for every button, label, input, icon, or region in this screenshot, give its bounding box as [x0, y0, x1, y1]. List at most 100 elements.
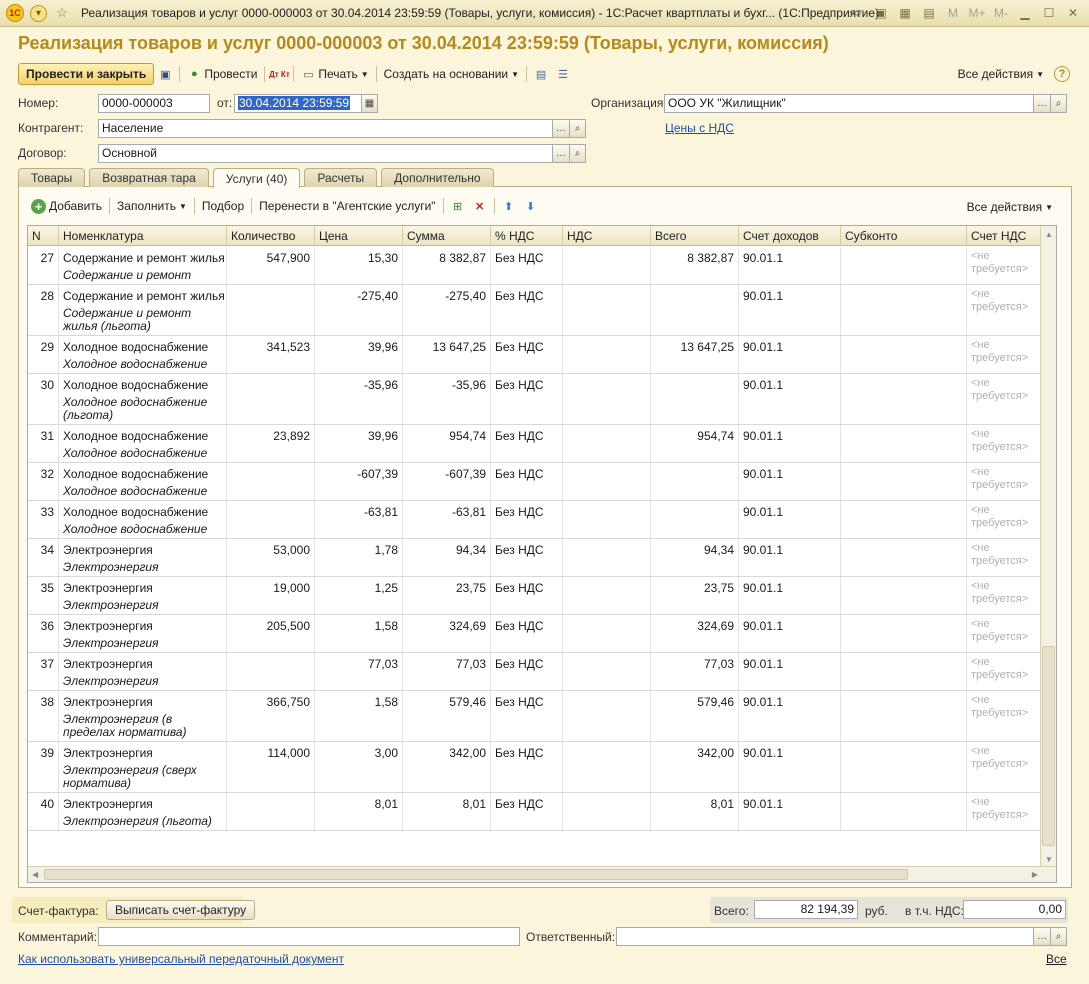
contract-select-button[interactable]: …	[553, 144, 570, 163]
subconto-cell[interactable]	[841, 247, 967, 284]
row-number[interactable]: 39	[28, 742, 59, 792]
price-cell[interactable]: -275,40	[315, 285, 403, 335]
income-account-cell[interactable]: 90.01.1	[739, 285, 841, 335]
vat-account-cell[interactable]: <не требуется>	[967, 374, 1041, 424]
sum-cell[interactable]: -63,81	[403, 501, 491, 538]
responsible-open-button[interactable]: ⌕	[1051, 927, 1067, 946]
issue-invoice-button[interactable]: Выписать счет-фактуру	[106, 900, 256, 920]
table-row[interactable]: 36 Электроэнергия Электроэнергия 205,500 1,5…	[28, 615, 1041, 653]
vat-account-cell[interactable]: <не требуется>	[967, 691, 1041, 741]
column-header-subconto[interactable]: Субконто	[841, 226, 967, 246]
maximize-icon[interactable]: ☐	[1039, 4, 1059, 22]
vat-cell[interactable]	[563, 577, 651, 614]
subconto-cell[interactable]	[841, 691, 967, 741]
all-link[interactable]: Все	[1046, 952, 1067, 966]
income-account-cell[interactable]: 90.01.1	[739, 653, 841, 690]
move-up-button[interactable]: ⬆	[498, 195, 520, 217]
vat-rate-cell[interactable]: Без НДС	[491, 425, 563, 462]
vat-cell[interactable]	[563, 742, 651, 792]
column-header-income-account[interactable]: Счет доходов	[739, 226, 841, 246]
sum-cell[interactable]: 23,75	[403, 577, 491, 614]
move-down-button[interactable]: ⬇	[520, 195, 542, 217]
organization-select-button[interactable]: …	[1034, 94, 1051, 113]
item-cell[interactable]: Электроэнергия Электроэнергия	[59, 577, 227, 614]
sum-cell[interactable]: 342,00	[403, 742, 491, 792]
column-header-quantity[interactable]: Количество	[227, 226, 315, 246]
vat-cell[interactable]	[563, 793, 651, 830]
sum-cell[interactable]: -35,96	[403, 374, 491, 424]
row-number[interactable]: 36	[28, 615, 59, 652]
total-cell[interactable]: 13 647,25	[651, 336, 739, 373]
vat-account-cell[interactable]: <не требуется>	[967, 285, 1041, 335]
subconto-cell[interactable]	[841, 336, 967, 373]
item-cell[interactable]: Холодное водоснабжение Холодное водоснабж…	[59, 463, 227, 500]
vat-rate-cell[interactable]: Без НДС	[491, 793, 563, 830]
copy-row-button[interactable]: ⊞	[447, 195, 469, 217]
total-cell[interactable]: 579,46	[651, 691, 739, 741]
table-row[interactable]: 27 Содержание и ремонт жилья Содержание и …	[28, 247, 1041, 285]
responsible-select-button[interactable]: …	[1034, 927, 1051, 946]
table-row[interactable]: 33 Холодное водоснабжение Холодное водосна…	[28, 501, 1041, 539]
sum-cell[interactable]: 324,69	[403, 615, 491, 652]
contract-open-button[interactable]: ⌕	[570, 144, 586, 163]
item-cell[interactable]: Электроэнергия Электроэнергия	[59, 653, 227, 690]
subconto-cell[interactable]	[841, 615, 967, 652]
quantity-cell[interactable]	[227, 793, 315, 830]
item-cell[interactable]: Холодное водоснабжение Холодное водоснабж…	[59, 374, 227, 424]
sum-cell[interactable]: 13 647,25	[403, 336, 491, 373]
link-icon[interactable]: ▣	[871, 4, 891, 22]
vat-rate-cell[interactable]: Без НДС	[491, 247, 563, 284]
print-button[interactable]: ▭ Печать ▼	[297, 63, 372, 85]
app-logo-icon[interactable]: 1С	[6, 4, 24, 22]
select-button[interactable]: Подбор	[198, 195, 248, 217]
calendar-button[interactable]: ▦	[362, 94, 378, 113]
vat-rate-cell[interactable]: Без НДС	[491, 691, 563, 741]
contractor-open-button[interactable]: ⌕	[570, 119, 586, 138]
income-account-cell[interactable]: 90.01.1	[739, 742, 841, 792]
date-field[interactable]: 30.04.2014 23:59:59	[234, 94, 362, 113]
price-cell[interactable]: 1,58	[315, 691, 403, 741]
tab-goods[interactable]: Товары	[18, 168, 86, 187]
contractor-field[interactable]: Население	[98, 119, 553, 138]
row-number[interactable]: 35	[28, 577, 59, 614]
column-header-vat-account[interactable]: Счет НДС	[967, 226, 1041, 246]
income-account-cell[interactable]: 90.01.1	[739, 501, 841, 538]
vat-cell[interactable]	[563, 336, 651, 373]
services-table[interactable]: N Номенклатура Количество Цена Сумма % Н…	[27, 225, 1057, 883]
vat-cell[interactable]	[563, 615, 651, 652]
sum-cell[interactable]: 94,34	[403, 539, 491, 576]
post-and-close-button[interactable]: Провести и закрыть	[18, 63, 155, 85]
total-cell[interactable]	[651, 463, 739, 500]
price-cell[interactable]: -63,81	[315, 501, 403, 538]
horizontal-scroll-thumb[interactable]	[44, 869, 908, 880]
vat-rate-cell[interactable]: Без НДС	[491, 577, 563, 614]
favorite-star-icon[interactable]: ☆	[53, 4, 71, 22]
vat-account-cell[interactable]: <не требуется>	[967, 793, 1041, 830]
vat-cell[interactable]	[563, 691, 651, 741]
vat-cell[interactable]	[563, 539, 651, 576]
vat-rate-cell[interactable]: Без НДС	[491, 501, 563, 538]
vat-cell[interactable]	[563, 501, 651, 538]
item-cell[interactable]: Холодное водоснабжение Холодное водоснабж…	[59, 425, 227, 462]
sum-cell[interactable]: 8 382,87	[403, 247, 491, 284]
vat-account-cell[interactable]: <не требуется>	[967, 653, 1041, 690]
vertical-scroll-thumb[interactable]	[1042, 646, 1055, 846]
tab-returnable-containers[interactable]: Возвратная тара	[89, 168, 209, 187]
item-cell[interactable]: Холодное водоснабжение Холодное водоснабж…	[59, 501, 227, 538]
quantity-cell[interactable]	[227, 463, 315, 500]
memory-m-button[interactable]: M	[943, 6, 963, 20]
post-button[interactable]: ● Провести	[183, 63, 261, 85]
income-account-cell[interactable]: 90.01.1	[739, 577, 841, 614]
subconto-cell[interactable]	[841, 374, 967, 424]
close-icon[interactable]: ✕	[1063, 4, 1083, 22]
comment-field[interactable]	[98, 927, 520, 946]
vat-rate-cell[interactable]: Без НДС	[491, 742, 563, 792]
vat-account-cell[interactable]: <не требуется>	[967, 425, 1041, 462]
subconto-cell[interactable]	[841, 501, 967, 538]
quantity-cell[interactable]	[227, 501, 315, 538]
subconto-cell[interactable]	[841, 425, 967, 462]
vat-cell[interactable]	[563, 247, 651, 284]
vat-account-cell[interactable]: <не требуется>	[967, 501, 1041, 538]
services-all-actions-button[interactable]: Все действия ▼	[963, 196, 1057, 218]
item-cell[interactable]: Содержание и ремонт жилья Содержание и ре…	[59, 247, 227, 284]
